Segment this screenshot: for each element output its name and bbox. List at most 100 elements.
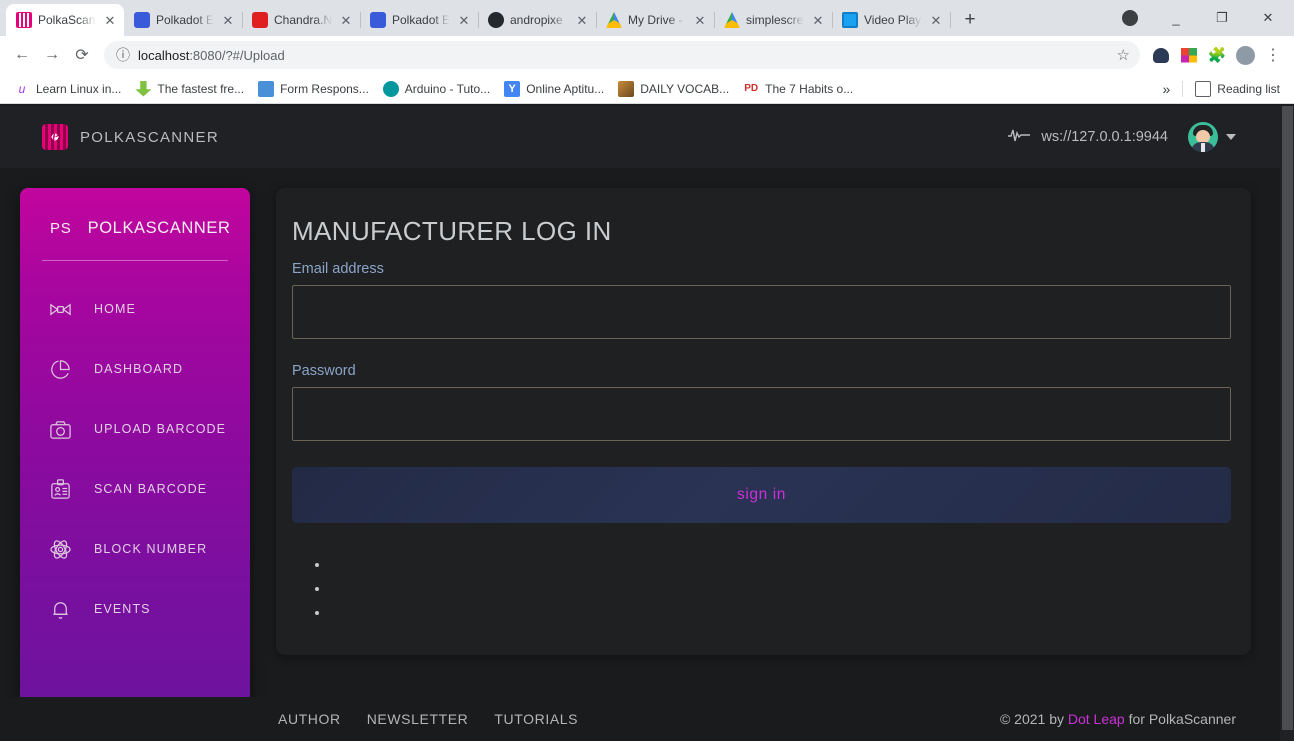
sidebar-item-label: DASHBOARD — [94, 362, 184, 376]
address-bar[interactable]: ⓘ localhost:8080/?#/Upload ☆ — [104, 41, 1140, 69]
sidebar-header[interactable]: PS POLKASCANNER — [20, 210, 250, 246]
browser-tab[interactable]: Chandra.N ✕ — [242, 4, 361, 36]
ninja-extension-icon[interactable] — [1148, 42, 1174, 68]
field-spacer — [292, 339, 1231, 363]
bookmark-item[interactable]: Y Online Aptitu... — [498, 78, 610, 100]
browser-tab[interactable]: My Drive - ✕ — [596, 4, 715, 36]
tab-close-icon[interactable]: ✕ — [456, 12, 472, 28]
bell-icon — [48, 597, 72, 621]
back-button[interactable]: ← — [8, 41, 36, 69]
camera-icon — [48, 417, 72, 441]
tab-strip: PolkaScan ✕ Polkadot E ✕ Chandra.N ✕ Pol… — [0, 0, 1294, 36]
ws-endpoint-status[interactable]: ws://127.0.0.1:9944 — [1007, 127, 1168, 147]
tab-close-icon[interactable]: ✕ — [928, 12, 944, 28]
bookmark-item[interactable]: u Learn Linux in... — [8, 78, 127, 100]
sidebar-item-scan-barcode[interactable]: SCAN BARCODE — [20, 459, 250, 519]
app-brand[interactable]: POLKASCANNER — [42, 124, 219, 150]
bookmark-label: Arduino - Tuto... — [404, 81, 491, 96]
bookmark-label: DAILY VOCAB... — [640, 81, 730, 96]
sidebar-item-home[interactable]: HOME — [20, 279, 250, 339]
atom-icon — [48, 537, 72, 561]
browser-tab[interactable]: simplescre ✕ — [714, 4, 833, 36]
browser-tab[interactable]: Video Play ✕ — [832, 4, 951, 36]
user-avatar-icon[interactable] — [1232, 42, 1258, 68]
site-info-icon[interactable]: ⓘ — [116, 45, 130, 65]
sidebar: PS POLKASCANNER HOME DASHBOARD UPLOAD BA… — [20, 188, 250, 730]
sidebar-item-upload-barcode[interactable]: UPLOAD BARCODE — [20, 399, 250, 459]
copyright-link[interactable]: Dot Leap — [1068, 711, 1125, 727]
page-scrollbar[interactable] — [1280, 106, 1294, 741]
pie-chart-icon — [48, 357, 72, 381]
tab-close-icon[interactable]: ✕ — [574, 12, 590, 28]
new-tab-button[interactable]: + — [956, 6, 984, 34]
tab-title: andropixe — [510, 13, 563, 27]
tab-close-icon[interactable]: ✕ — [692, 12, 708, 28]
tab-title: Chandra.N — [274, 13, 332, 27]
browser-menu-button[interactable]: ⋮ — [1260, 42, 1286, 68]
tab-close-icon[interactable]: ✕ — [338, 12, 354, 28]
url-path: :8080/?#/Upload — [189, 47, 285, 63]
bookmark-item[interactable]: PD The 7 Habits o... — [737, 78, 859, 100]
bookmark-item[interactable]: DAILY VOCAB... — [612, 78, 735, 100]
list-item — [330, 605, 1231, 629]
minimize-button[interactable]: _ — [1154, 2, 1198, 34]
sidebar-nav: HOME DASHBOARD UPLOAD BARCODE SCAN BARCO… — [20, 261, 250, 639]
arduino-icon — [382, 80, 399, 97]
sidebar-item-dashboard[interactable]: DASHBOARD — [20, 339, 250, 399]
ws-endpoint-label: ws://127.0.0.1:9944 — [1041, 129, 1168, 145]
footer-link-tutorials[interactable]: TUTORIALS — [494, 711, 578, 727]
footer-link-newsletter[interactable]: NEWSLETTER — [367, 711, 469, 727]
sidebar-item-events[interactable]: EVENTS — [20, 579, 250, 639]
tab-close-icon[interactable]: ✕ — [220, 12, 236, 28]
colorgrid-extension-icon[interactable] — [1176, 42, 1202, 68]
app-header: POLKASCANNER ws://127.0.0.1:9944 — [0, 106, 1280, 168]
google-drive-icon — [724, 12, 740, 28]
chevron-down-icon[interactable] — [1226, 134, 1236, 140]
user-menu[interactable] — [1188, 122, 1236, 152]
github-icon — [488, 12, 504, 28]
sidebar-item-block-number[interactable]: BLOCK NUMBER — [20, 519, 250, 579]
yahoo-icon: Y — [504, 80, 521, 97]
bookmark-item[interactable]: Arduino - Tuto... — [377, 78, 496, 100]
reading-list-button[interactable]: Reading list — [1189, 78, 1286, 100]
chandra-icon — [252, 12, 268, 28]
bookmark-star-icon[interactable]: ☆ — [1117, 46, 1130, 64]
scrollbar-thumb[interactable] — [1282, 106, 1293, 730]
address-bar-url: localhost:8080/?#/Upload — [138, 48, 1109, 63]
close-window-button[interactable]: ✕ — [1246, 2, 1290, 34]
download-icon — [135, 80, 152, 97]
forms-icon — [258, 80, 275, 97]
reload-button[interactable]: ⟳ — [68, 41, 96, 69]
login-card: MANUFACTURER LOG IN Email address Passwo… — [276, 188, 1251, 655]
tab-close-icon[interactable]: ✕ — [810, 12, 826, 28]
browser-window: PolkaScan ✕ Polkadot E ✕ Chandra.N ✕ Pol… — [0, 0, 1294, 741]
email-field[interactable] — [292, 285, 1231, 339]
polkascanner-logo — [42, 124, 68, 150]
sidebar-item-label: UPLOAD BARCODE — [94, 422, 227, 436]
password-field[interactable] — [292, 387, 1231, 441]
list-item — [330, 557, 1231, 581]
maximize-button[interactable]: ❐ — [1200, 2, 1244, 34]
tab-close-icon[interactable]: ✕ — [102, 12, 118, 28]
footer-link-author[interactable]: AUTHOR — [278, 711, 341, 727]
copyright-suffix: for PolkaScanner — [1124, 711, 1236, 727]
bookmarks-overflow-button[interactable]: » — [1157, 78, 1177, 100]
browser-tab[interactable]: andropixe ✕ — [478, 4, 597, 36]
pdf-icon: PD — [743, 80, 760, 97]
sign-in-button[interactable]: sign in — [292, 467, 1231, 523]
browser-tab[interactable]: Polkadot E ✕ — [360, 4, 479, 36]
tab-title: Video Play — [864, 13, 922, 27]
bowtie-icon — [48, 297, 72, 321]
sidebar-item-label: EVENTS — [94, 602, 151, 616]
forward-button[interactable]: → — [38, 41, 66, 69]
bookmark-label: Form Respons... — [280, 81, 369, 96]
profile-pill-icon[interactable] — [1108, 2, 1152, 34]
reading-list-label: Reading list — [1217, 81, 1280, 96]
browser-tab[interactable]: Polkadot E ✕ — [124, 4, 243, 36]
bookmark-item[interactable]: Form Respons... — [252, 78, 375, 100]
browser-tab[interactable]: PolkaScan ✕ — [6, 4, 124, 36]
sidebar-abbr: PS — [50, 219, 72, 237]
bookmark-label: The 7 Habits o... — [765, 81, 854, 96]
puzzle-extensions-icon[interactable]: 🧩 — [1204, 42, 1230, 68]
bookmark-item[interactable]: The fastest fre... — [129, 78, 250, 100]
